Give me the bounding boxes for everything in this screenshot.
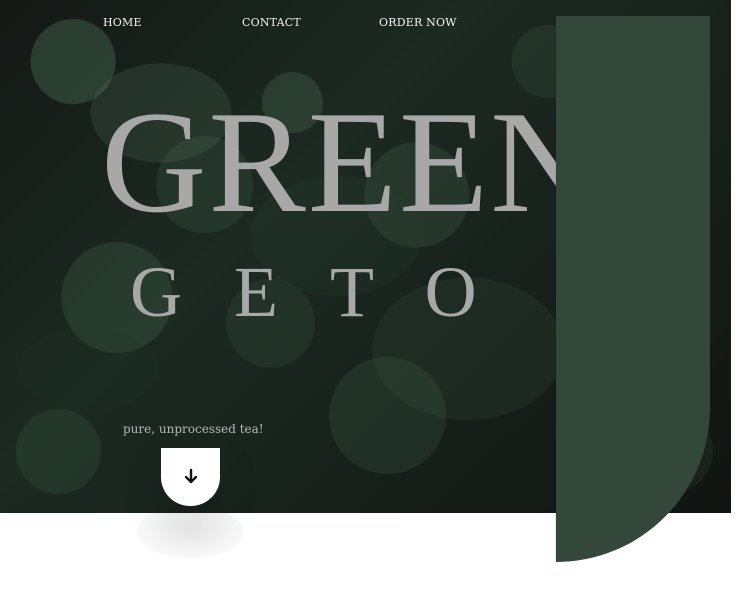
nav-contact-link[interactable]: CONTACT [242, 16, 301, 32]
accent-side-panel [556, 16, 710, 562]
hero-title: GREEN [101, 81, 598, 243]
arrow-down-icon [184, 468, 198, 484]
scroll-down-button[interactable] [137, 448, 244, 558]
nav-home-link[interactable]: HOME [103, 16, 142, 32]
landing-page: HOME CONTACT ORDER NOW GREEN GETO pure, … [0, 0, 749, 606]
hero-tagline: pure, unprocessed tea! [123, 422, 264, 436]
nav-order-now-link[interactable]: ORDER NOW [379, 16, 457, 32]
hero-subtitle: GETO [130, 252, 529, 332]
